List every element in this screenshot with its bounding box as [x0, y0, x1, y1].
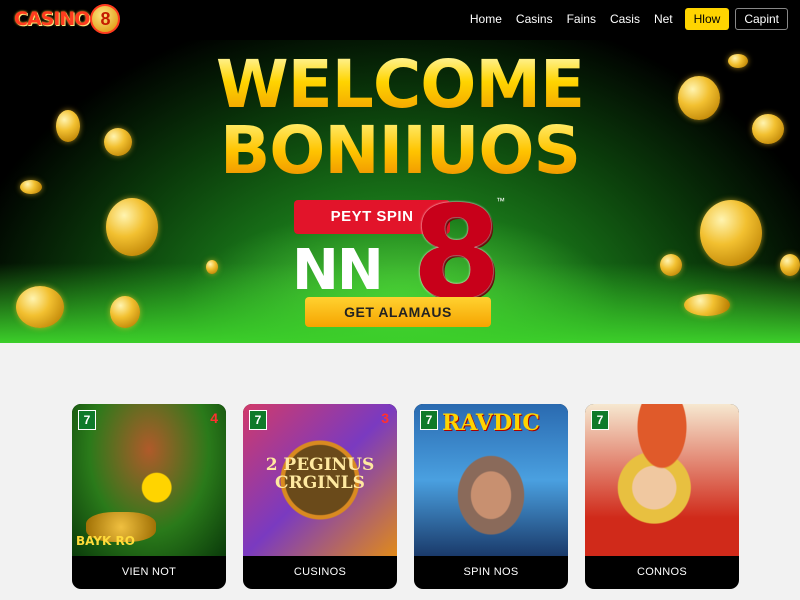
account-button[interactable]: Capint	[735, 8, 788, 30]
coin-icon	[660, 254, 682, 276]
coin-icon	[16, 286, 64, 328]
hero-title-line1: WELCOME	[0, 52, 800, 118]
coin-icon	[684, 294, 730, 316]
top-navigation-bar: CASINO 8 Home Casins Fains Casis Net Hlo…	[0, 0, 800, 40]
brand-text: NN	[292, 238, 384, 303]
casino-logo[interactable]: CASINO 8	[14, 4, 121, 34]
game-card[interactable]: 2 PEGINUS CRGINLS 7 3 CUSINOS	[243, 404, 397, 589]
play-button[interactable]: Hlow	[684, 8, 730, 30]
coin-icon	[206, 260, 218, 274]
seven-badge-icon: 7	[591, 410, 609, 430]
hero-banner: WELCOME BONIIUOS PEYT SPIN NN 8 ™ GET AL…	[0, 40, 800, 343]
game-card[interactable]: 7 CONNOS	[585, 404, 739, 589]
nav-item-fains[interactable]: Fains	[561, 9, 602, 29]
hero-title-line2: BONIIUOS	[0, 118, 800, 184]
coin-icon	[780, 254, 800, 276]
seven-badge-icon: 7	[249, 410, 267, 430]
coin-icon	[110, 296, 140, 328]
trademark-symbol: ™	[496, 196, 505, 206]
game-cards-row: BAYK RO 7 4 VIEN NOT 2 PEGINUS CRGINLS 7…	[72, 404, 739, 589]
coin-icon	[106, 198, 158, 256]
card-art-text: BAYK RO	[76, 534, 135, 548]
nav-item-home[interactable]: Home	[464, 9, 508, 29]
game-card[interactable]: RAVDIC 7 SPIN NOS	[414, 404, 568, 589]
seven-badge-icon: 7	[78, 410, 96, 430]
nav-item-casis[interactable]: Casis	[604, 9, 646, 29]
game-card-label: VIEN NOT	[121, 566, 177, 578]
coin-icon	[700, 200, 762, 266]
main-nav: Home Casins Fains Casis Net Hlow Capint	[464, 8, 788, 30]
card-art-text: 2 PEGINUS CRGINLS	[265, 455, 375, 493]
game-card-label: CUSINOS	[293, 566, 347, 578]
corner-number: 3	[381, 410, 389, 426]
game-card-label: SPIN NOS	[463, 566, 519, 578]
game-card-label: CONNOS	[636, 566, 688, 578]
nav-item-casins[interactable]: Casins	[510, 9, 559, 29]
get-bonus-button[interactable]: GET ALAMAUS	[305, 297, 491, 327]
game-card[interactable]: BAYK RO 7 4 VIEN NOT	[72, 404, 226, 589]
nav-item-net[interactable]: Net	[648, 9, 679, 29]
logo-text: CASINO	[14, 8, 90, 30]
corner-number: 4	[210, 410, 218, 426]
logo-badge: 8	[90, 4, 121, 34]
seven-badge-icon: 7	[420, 410, 438, 430]
